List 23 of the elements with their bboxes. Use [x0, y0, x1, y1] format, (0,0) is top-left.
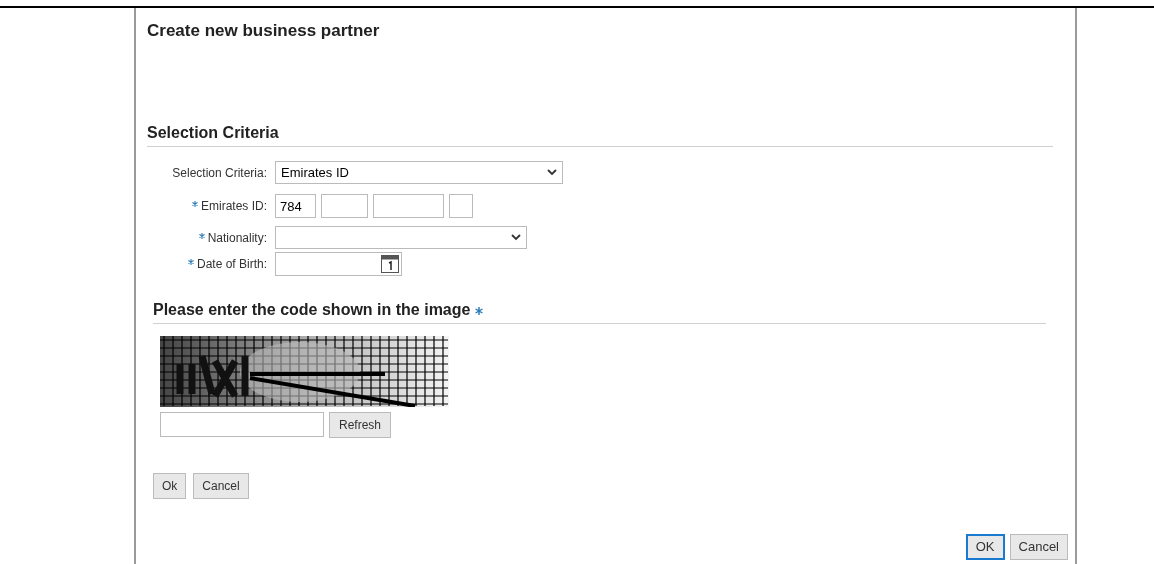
input-field[interactable] — [321, 194, 368, 218]
field-label: Nationality: — [207, 229, 267, 247]
refresh-button[interactable]: Refresh — [329, 412, 392, 438]
input-field[interactable] — [373, 194, 444, 218]
section-heading: Selection Criteria — [147, 124, 279, 141]
input-field[interactable] — [449, 194, 473, 218]
dropdown-field[interactable]: Emirates ID — [275, 161, 563, 184]
chevron-down-icon — [511, 234, 521, 241]
section-heading: Please enter the code shown in the image — [153, 300, 471, 320]
chevron-down-icon — [547, 169, 557, 176]
form-button[interactable]: Cancel — [193, 473, 249, 499]
field-label: Selection Criteria: — [172, 164, 267, 182]
dropdown-field[interactable] — [275, 226, 527, 249]
dialog-button[interactable]: OK — [965, 534, 1005, 560]
field-label: Date of Birth: — [196, 256, 267, 273]
captcha-input-field[interactable] — [160, 412, 324, 437]
form-button[interactable]: Ok — [153, 473, 187, 499]
calendar-icon[interactable] — [380, 254, 400, 274]
date-field[interactable] — [275, 252, 402, 276]
field-label: Emirates ID: — [201, 198, 267, 215]
dialog-title: Create new business partner — [146, 20, 381, 42]
input-field[interactable]: 784 — [275, 194, 316, 218]
dialog-button[interactable]: Cancel — [1009, 534, 1068, 560]
